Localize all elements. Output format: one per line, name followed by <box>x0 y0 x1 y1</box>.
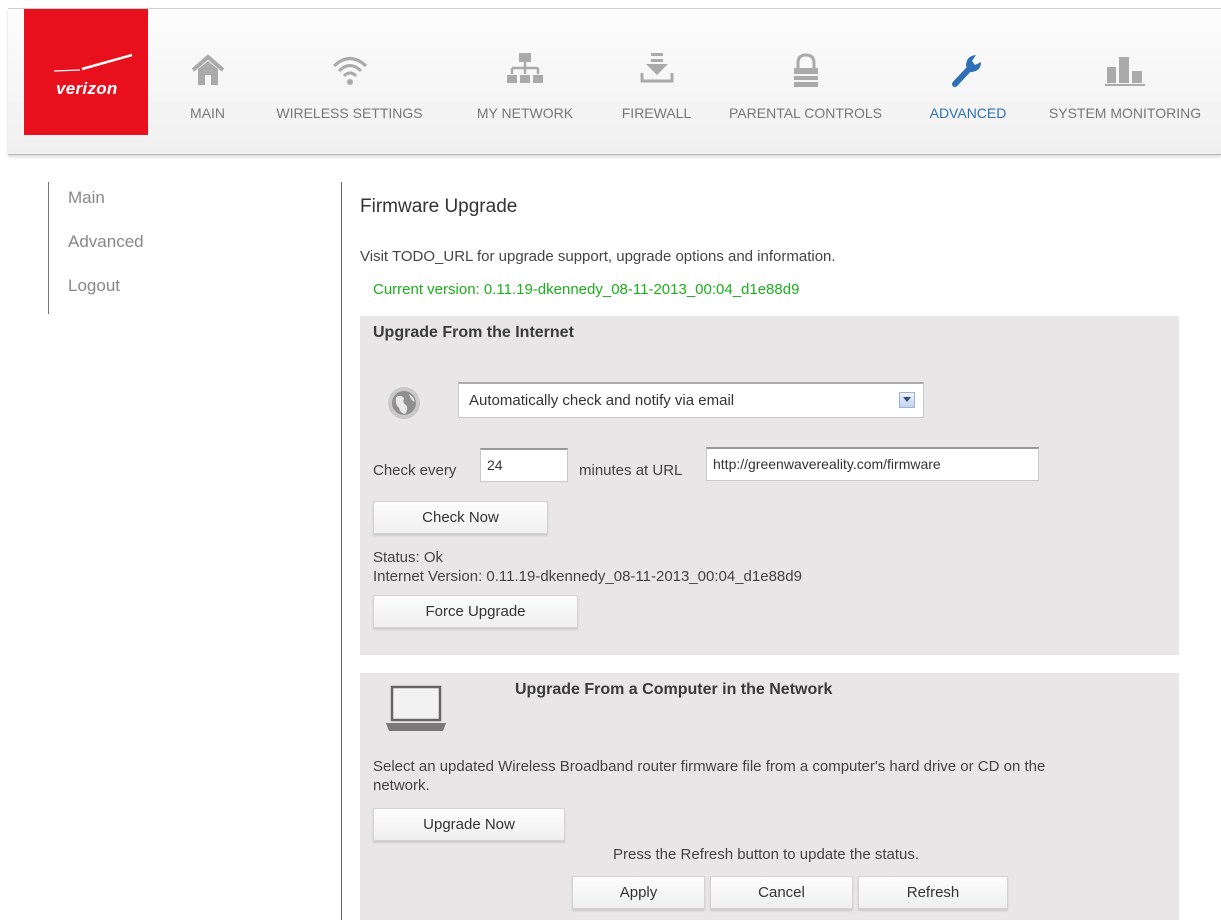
laptop-icon <box>385 685 447 738</box>
sidebar: Main Advanced Logout <box>48 182 144 314</box>
lock-icon <box>791 53 821 92</box>
brand-name: verizon <box>56 79 118 98</box>
wrench-icon <box>951 53 985 90</box>
sidebar-item-main[interactable]: Main <box>68 188 105 208</box>
globe-icon <box>387 386 421 425</box>
nav-label: PARENTAL CONTROLS <box>729 105 882 121</box>
check-now-button[interactable]: Check Now <box>373 501 548 534</box>
page-title: Firmware Upgrade <box>360 196 518 217</box>
nav-advanced[interactable]: ADVANCED <box>910 9 1026 139</box>
computer-upgrade-description: Select an updated Wireless Broadband rou… <box>373 758 1046 775</box>
minutes-at-url-label: minutes at URL <box>579 462 683 479</box>
chevron-down-icon[interactable] <box>899 392 915 408</box>
refresh-button[interactable]: Refresh <box>858 876 1008 909</box>
bar-chart-icon <box>1105 53 1145 90</box>
computer-upgrade-title: Upgrade From a Computer in the Network <box>515 681 833 698</box>
top-navigation-bar: verizon MAIN WIRELESS SETTINGS MY NETWOR… <box>8 8 1221 155</box>
nav-label: ADVANCED <box>929 105 1007 121</box>
upgrade-mode-select[interactable]: Automatically check and notify via email <box>458 382 924 418</box>
network-icon <box>507 53 543 90</box>
upgrade-mode-value: Automatically check and notify via email <box>469 392 735 409</box>
nav-wireless-settings[interactable]: WIRELESS SETTINGS <box>266 9 433 139</box>
upgrade-now-button[interactable]: Upgrade Now <box>373 808 565 841</box>
nav-label: WIRELESS SETTINGS <box>276 105 423 121</box>
verizon-check-mark-icon <box>53 53 133 72</box>
sidebar-item-logout[interactable]: Logout <box>68 276 120 296</box>
internet-version-text: Internet Version: 0.11.19-dkennedy_08-11… <box>373 568 802 585</box>
upgrade-status-text: Status: Ok <box>373 549 444 566</box>
check-interval-input[interactable]: 24 <box>480 448 568 482</box>
nav-firewall[interactable]: FIREWALL <box>605 9 708 139</box>
apply-button[interactable]: Apply <box>572 876 705 909</box>
check-every-label: Check every <box>373 462 457 479</box>
firewall-icon <box>640 53 674 90</box>
sidebar-item-advanced[interactable]: Advanced <box>68 232 144 252</box>
nav-label: MY NETWORK <box>476 105 574 121</box>
force-upgrade-button[interactable]: Force Upgrade <box>373 595 578 628</box>
nav-label: MAIN <box>190 105 225 121</box>
cancel-button[interactable]: Cancel <box>710 876 853 909</box>
support-info-text: Visit TODO_URL for upgrade support, upgr… <box>360 248 836 265</box>
internet-upgrade-title: Upgrade From the Internet <box>373 324 574 341</box>
current-version-text: Current version: 0.11.19-dkennedy_08-11-… <box>373 281 800 298</box>
nav-parental-controls[interactable]: PARENTAL CONTROLS <box>715 9 896 139</box>
computer-upgrade-panel: Upgrade From a Computer in the Network S… <box>360 673 1179 920</box>
wifi-icon <box>330 53 370 90</box>
computer-upgrade-description-cont: network. <box>373 777 430 794</box>
nav-main[interactable]: MAIN <box>170 9 245 139</box>
internet-upgrade-panel: Upgrade From the Internet Automatically … <box>360 316 1179 655</box>
firmware-url-input[interactable]: http://greenwavereality.com/firmware <box>706 447 1039 481</box>
nav-label: SYSTEM MONITORING <box>1048 105 1202 121</box>
nav-system-monitoring[interactable]: SYSTEM MONITORING <box>1030 9 1220 139</box>
nav-my-network[interactable]: MY NETWORK <box>460 9 590 139</box>
verizon-logo[interactable]: verizon <box>24 9 148 135</box>
content-divider <box>341 182 342 920</box>
refresh-hint-text: Press the Refresh button to update the s… <box>613 846 920 863</box>
nav-label: FIREWALL <box>621 105 692 121</box>
home-icon <box>190 53 226 90</box>
